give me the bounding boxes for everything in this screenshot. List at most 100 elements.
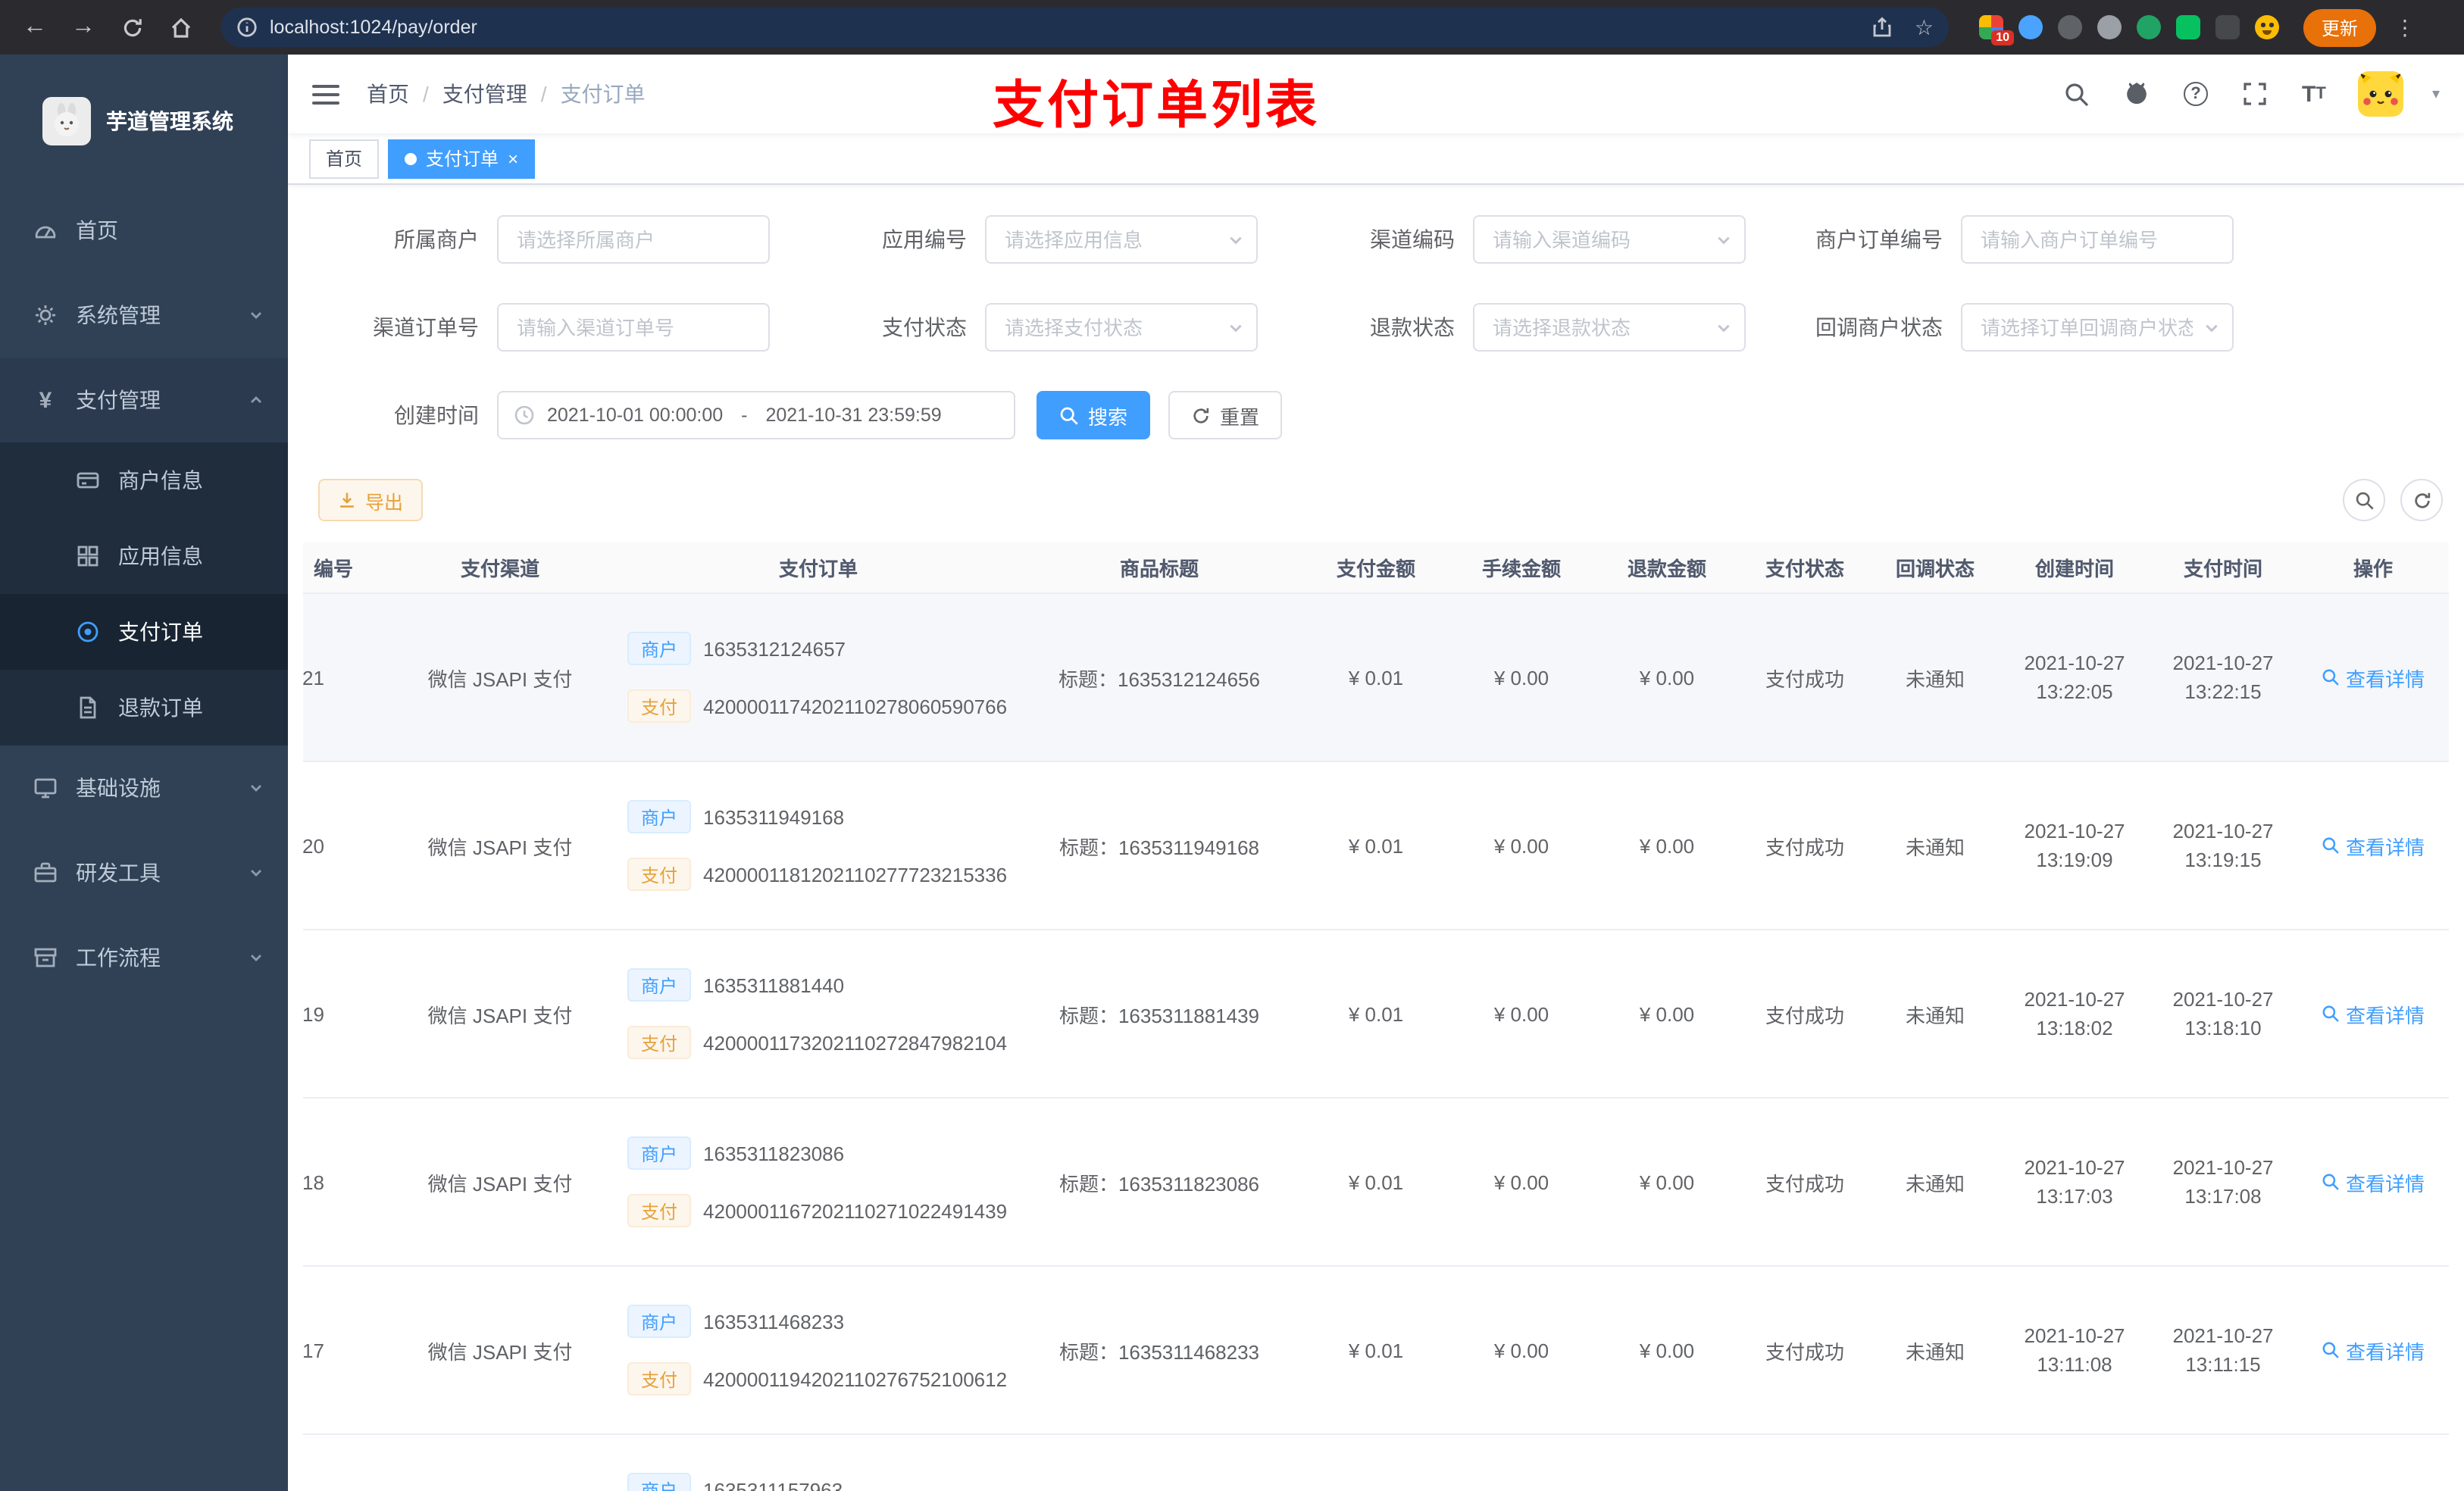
channel-transaction-no: 4200001173202110272847982104 [703,1031,1008,1054]
extension-icon[interactable] [2018,15,2043,39]
notify-status-select[interactable] [1961,303,2234,352]
sidebar-item-workflow[interactable]: 工作流程 [0,915,288,1000]
table-row[interactable]: 117 微信 JSAPI 支付 商户 1635311468233 支付 [303,1267,2449,1435]
extension-icon[interactable] [2058,15,2082,39]
notify-status-input[interactable] [1962,305,2232,350]
app-logo[interactable]: 芋道管理系统 [0,55,288,188]
browser-menu-icon[interactable]: ⋮ [2394,14,2416,40]
sidebar-item-pay-order[interactable]: 支付订单 [0,594,288,670]
channel-order-no-input[interactable] [499,305,768,350]
extension-icon[interactable]: 10 [1979,15,2014,45]
profile-avatar-icon[interactable] [2255,15,2279,39]
pay-status-input[interactable] [987,305,1256,350]
sidebar-item-refund-order[interactable]: 退款订单 [0,670,288,746]
cell-amount: ¥ 0.01 [1348,1171,1404,1193]
cell-amount: ¥ 0.01 [1348,666,1404,689]
table-row[interactable]: 120 微信 JSAPI 支付 商户 1635311949168 支付 [303,762,2449,930]
channel-transaction-no: 4200001167202110271022491439 [703,1199,1008,1222]
sidebar-item-label: 商户信息 [118,468,203,492]
breadcrumb-payment[interactable]: 支付管理 [442,79,527,109]
refresh-table-button[interactable] [2400,479,2443,521]
view-detail-link[interactable]: 查看详情 [2322,1167,2425,1196]
cell-order: 商户 1635311881440 支付 42000011732021102728… [606,930,1015,1097]
export-button[interactable]: 导出 [318,479,424,521]
cell-fee: ¥ 0.00 [1493,1339,1549,1361]
hamburger-icon[interactable] [309,77,342,111]
tab-home[interactable]: 首页 [309,139,380,178]
sidebar-item-label: 退款订单 [118,695,203,720]
browser-back-icon[interactable]: ← [15,8,55,47]
sidebar-item-infra[interactable]: 基础设施 [0,746,288,830]
breadcrumb-home[interactable]: 首页 [367,79,409,109]
github-icon[interactable] [2122,79,2152,109]
app-select-input[interactable] [987,217,1256,262]
cell-id: 117 [303,1339,324,1361]
tab-pay-order[interactable]: 支付订单 × [388,139,536,178]
column-header: 退款金额 [1627,558,1706,580]
create-time-range-picker[interactable]: 2021-10-01 00:00:00 - 2021-10-31 23:59:5… [497,391,1015,439]
cell-channel: 微信 JSAPI 支付 [427,836,573,858]
toggle-search-button[interactable] [2343,479,2385,521]
pay-status-select[interactable] [985,303,1258,352]
sidebar-item-home[interactable]: 首页 [0,188,288,273]
channel-order-no-field[interactable] [497,303,770,352]
merchant-order-no-input[interactable] [1962,217,2232,262]
app-select[interactable] [985,215,1258,264]
url-bar[interactable]: localhost:1024/pay/order ☆ [221,8,1949,47]
browser-forward-icon[interactable]: → [64,8,103,47]
extension-icon[interactable] [2097,15,2122,39]
cell-id: 119 [303,1002,324,1025]
user-avatar[interactable] [2357,71,2403,117]
channel-code-input[interactable] [1474,217,1744,262]
sidebar-item-dev-tools[interactable]: 研发工具 [0,830,288,915]
merchant-select[interactable] [497,215,770,264]
refund-status-select[interactable] [1473,303,1746,352]
table-row[interactable]: 119 微信 JSAPI 支付 商户 1635311881440 支付 [303,930,2449,1099]
table-row[interactable]: 118 微信 JSAPI 支付 商户 1635311823086 支付 [303,1099,2449,1267]
sidebar-item-label: 系统管理 [76,303,161,327]
url-text[interactable]: localhost:1024/pay/order [270,17,1872,38]
cell-status [1740,1435,1870,1491]
view-detail-link[interactable]: 查看详情 [2322,663,2425,692]
extension-icon[interactable] [2176,15,2200,39]
chrome-update-button[interactable]: 更新 [2303,8,2377,46]
refund-status-input[interactable] [1474,305,1744,350]
close-icon[interactable]: × [508,149,518,167]
bookmark-star-icon[interactable]: ☆ [1915,14,1934,40]
browser-home-icon[interactable] [161,8,200,47]
cell-title: 标题：1635312124656 [1058,667,1260,690]
view-detail-link[interactable]: 查看详情 [2322,831,2425,860]
reset-button[interactable]: 重置 [1168,391,1283,439]
sidebar-item-system[interactable]: 系统管理 [0,273,288,358]
merchant-tag: 商户 [627,800,692,833]
browser-refresh-icon[interactable] [112,8,152,47]
share-icon[interactable] [1872,17,1893,38]
sidebar-item-app-info[interactable]: 应用信息 [0,518,288,594]
channel-code-select[interactable] [1473,215,1746,264]
page-annotation: 支付订单列表 [993,77,1320,135]
search-button[interactable]: 搜索 [1037,391,1151,439]
puzzle-icon[interactable] [2215,15,2240,39]
search-icon[interactable] [2062,79,2093,109]
cell-notify-status: 未通知 [1905,1172,1965,1195]
extension-icon[interactable] [2137,15,2161,39]
fullscreen-icon[interactable] [2240,79,2270,109]
column-header: 支付时间 [2183,558,2262,580]
channel-transaction-no: 4200001174202110278060590766 [703,695,1008,717]
merchant-select-input[interactable] [499,217,768,262]
font-size-icon[interactable]: TT [2299,79,2329,109]
merchant-tag: 商户 [627,1136,692,1170]
view-detail-link[interactable]: 查看详情 [2322,999,2425,1028]
caret-down-icon[interactable]: ▾ [2432,86,2440,102]
merchant-order-no-field[interactable] [1961,215,2234,264]
sidebar-item-payment[interactable]: ¥ 支付管理 [0,358,288,442]
table-row[interactable]: 116 微信 JSAPI 支付 商户 1635311157963 支付 [303,1435,2449,1491]
help-icon[interactable]: ? [2181,79,2211,109]
sidebar-item-merchant-info[interactable]: 商户信息 [0,442,288,518]
site-info-icon[interactable] [236,17,258,38]
cell-refund [1594,1435,1740,1491]
cell-action: 查看详情 [2297,762,2449,929]
table-row[interactable]: 121 微信 JSAPI 支付 商户 1635312124657 支付 [303,594,2449,762]
view-detail-link[interactable]: 查看详情 [2322,1336,2425,1364]
filter-label: 退款状态 [1370,315,1455,339]
